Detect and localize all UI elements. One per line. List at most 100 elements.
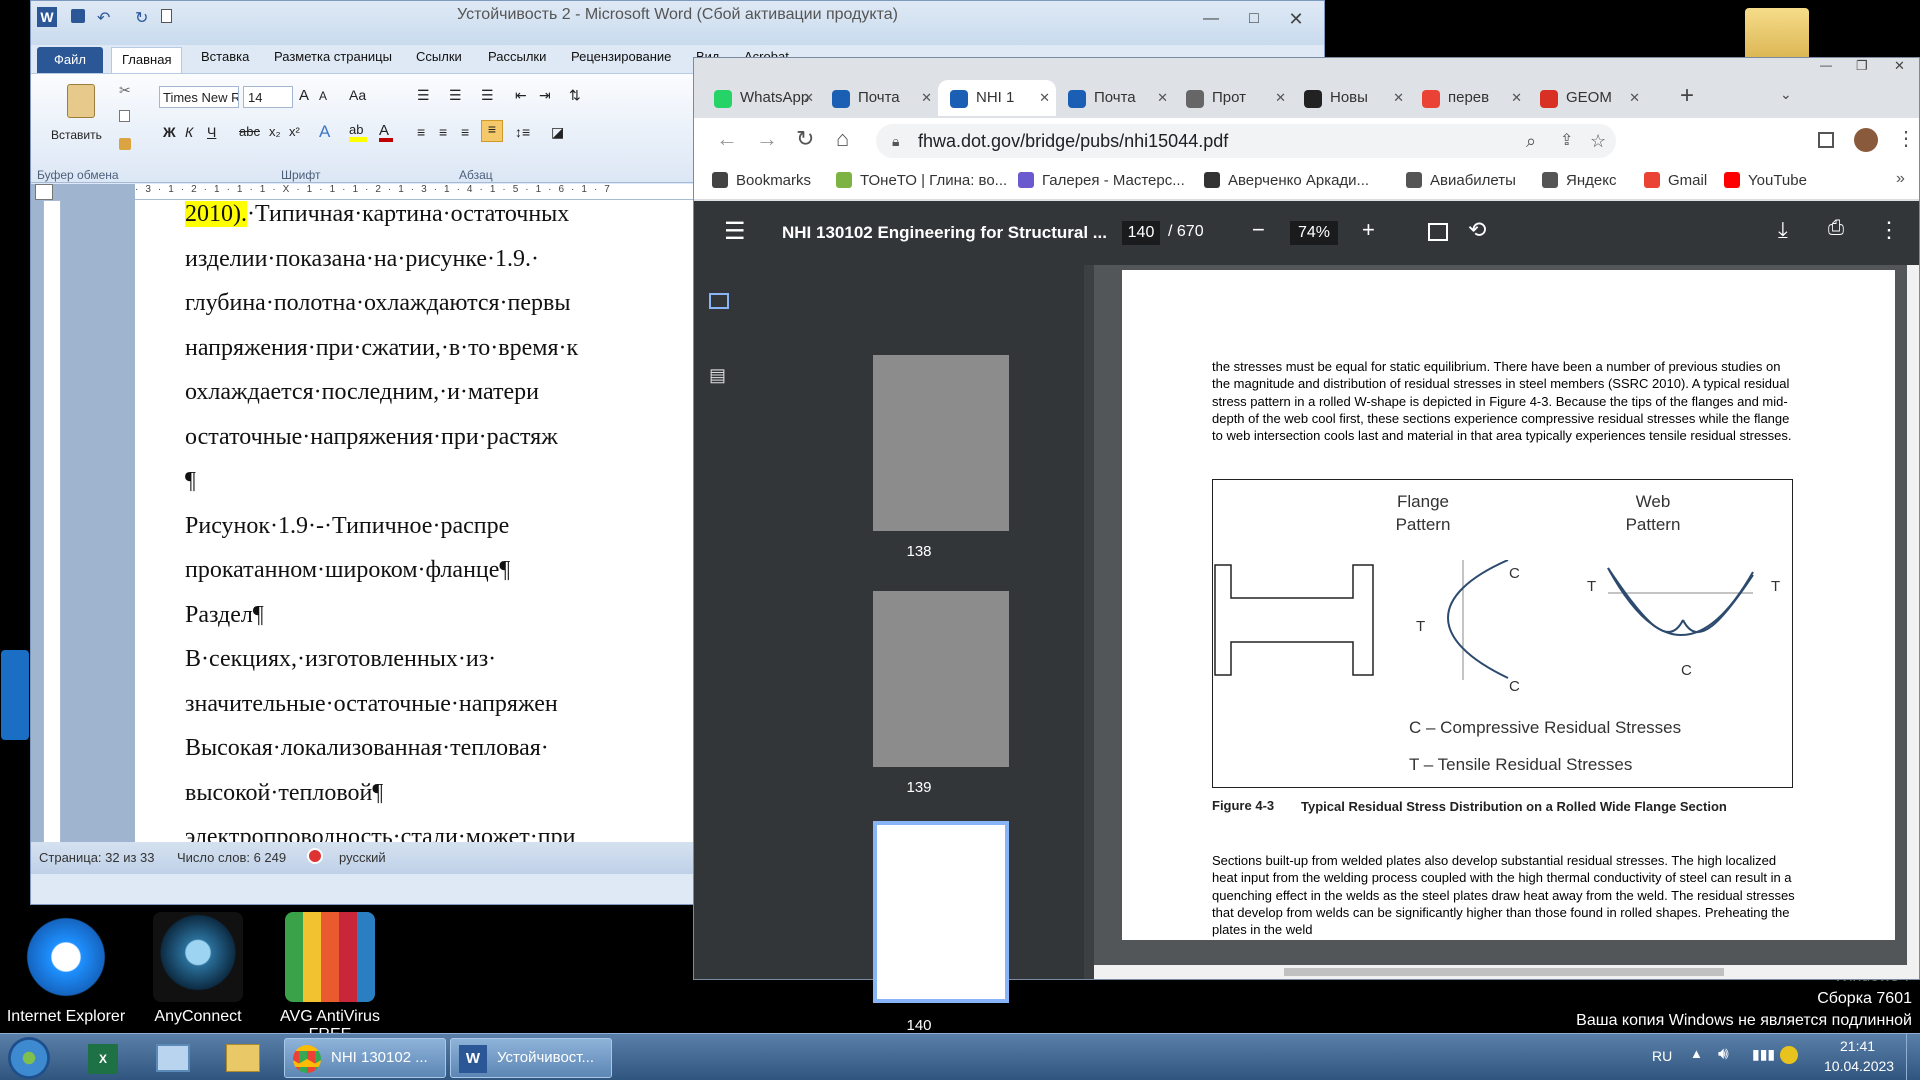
- browser-tab[interactable]: перев ✕: [1410, 80, 1528, 116]
- bookmarks-overflow-icon[interactable]: »: [1896, 170, 1905, 188]
- page-thumbnail[interactable]: [873, 355, 1009, 531]
- numbering-icon[interactable]: ☰: [449, 87, 462, 104]
- reload-button[interactable]: ↻: [796, 126, 814, 152]
- side-panel-icon[interactable]: [1818, 132, 1834, 148]
- download-icon[interactable]: ⤓: [1778, 217, 1788, 243]
- viewer-vertical-scrollbar[interactable]: [1907, 265, 1919, 979]
- tab-close-icon[interactable]: ✕: [803, 80, 814, 116]
- browser-tab[interactable]: GEOM ✕: [1528, 80, 1646, 116]
- change-case-icon[interactable]: Aa: [349, 87, 366, 103]
- viewer-horizontal-scrollbar[interactable]: [1094, 965, 1907, 979]
- tab-close-icon[interactable]: ✕: [1275, 80, 1286, 116]
- share-icon[interactable]: ⇪: [1560, 124, 1573, 158]
- document-line[interactable]: охлаждается·последним,·и·матери: [185, 379, 539, 406]
- bold-icon[interactable]: Ж: [163, 124, 176, 140]
- paste-button-label[interactable]: Вставить: [51, 128, 102, 142]
- document-line[interactable]: значительные·остаточные·напряжен: [185, 691, 558, 718]
- window-minimize-button[interactable]: —: [1820, 58, 1832, 72]
- ruler-toggle[interactable]: [35, 184, 53, 200]
- superscript-icon[interactable]: x²: [289, 124, 300, 139]
- desktop-icon-internet-explorer[interactable]: Internet Explorer: [6, 912, 126, 1026]
- bullets-icon[interactable]: ☰: [417, 87, 430, 104]
- bookmark-item[interactable]: ТОнеТО | Глина: во...: [836, 172, 1007, 189]
- document-line[interactable]: прокатанном·широком·фланце¶: [185, 557, 510, 584]
- menu-icon[interactable]: ⋮: [1896, 126, 1916, 151]
- document-line[interactable]: остаточные·напряжения·при·растяж: [185, 424, 558, 451]
- thumbnails-view-icon[interactable]: [709, 293, 729, 309]
- page-thumbnail-selected[interactable]: [873, 821, 1009, 1003]
- document-line[interactable]: напряжения·при·сжатии,·в·то·время·к: [185, 335, 578, 362]
- tab-close-icon[interactable]: ✕: [1039, 80, 1050, 116]
- font-size-select[interactable]: 14: [243, 86, 293, 108]
- desktop-icon-partial[interactable]: [0, 650, 30, 746]
- tab-close-icon[interactable]: ✕: [1511, 80, 1522, 116]
- paste-icon[interactable]: [67, 84, 95, 118]
- tab-close-icon[interactable]: ✕: [1629, 80, 1640, 116]
- taskbar-chrome[interactable]: NHI 130102 ...: [284, 1038, 446, 1078]
- bookmark-item[interactable]: Галерея - Мастерс...: [1018, 172, 1185, 189]
- copy-icon[interactable]: [119, 110, 130, 122]
- browser-tab[interactable]: Почта ✕: [1056, 80, 1174, 116]
- status-words[interactable]: Число слов: 6 249: [177, 850, 286, 865]
- format-painter-icon[interactable]: [119, 138, 131, 150]
- fit-page-icon[interactable]: [1428, 223, 1448, 241]
- show-desktop-button[interactable]: [1906, 1034, 1920, 1080]
- start-button[interactable]: [8, 1037, 50, 1079]
- align-center-icon[interactable]: ≡: [439, 124, 447, 140]
- bookmark-item[interactable]: Bookmarks: [712, 172, 811, 189]
- back-button[interactable]: ←: [716, 126, 738, 152]
- tab-home[interactable]: Главная: [111, 47, 183, 73]
- home-button[interactable]: ⌂: [836, 126, 849, 152]
- browser-tab[interactable]: Почта ✕: [820, 80, 938, 116]
- bookmark-item[interactable]: Аверченко Аркади...: [1204, 172, 1369, 189]
- vertical-ruler[interactable]: [43, 200, 61, 860]
- clock-date[interactable]: 10.04.2023: [1824, 1058, 1894, 1074]
- strikethrough-icon[interactable]: abc: [239, 124, 260, 139]
- tab-mailings[interactable]: Рассылки: [488, 49, 546, 64]
- font-color-icon[interactable]: A: [379, 122, 393, 142]
- shrink-font-icon[interactable]: A: [319, 89, 327, 103]
- subscript-icon[interactable]: x₂: [269, 124, 281, 139]
- tab-references[interactable]: Ссылки: [416, 49, 462, 64]
- window-close-button[interactable]: ✕: [1894, 58, 1905, 74]
- italic-icon[interactable]: К: [185, 124, 193, 140]
- tab-close-icon[interactable]: ✕: [921, 80, 932, 116]
- grow-font-icon[interactable]: A: [299, 87, 309, 104]
- document-line[interactable]: ¶: [185, 468, 196, 495]
- justify-icon[interactable]: ≡: [481, 120, 503, 142]
- tab-insert[interactable]: Вставка: [201, 49, 249, 64]
- tab-layout[interactable]: Разметка страницы: [274, 49, 392, 64]
- desktop-icon-anyconnect[interactable]: AnyConnect: [138, 912, 258, 1026]
- tab-close-icon[interactable]: ✕: [1157, 80, 1168, 116]
- print-icon[interactable]: ⎙: [1828, 217, 1844, 240]
- computer-taskbar-icon[interactable]: [156, 1044, 190, 1072]
- maximize-button[interactable]: □: [1239, 5, 1269, 33]
- rotate-icon[interactable]: ⟲: [1468, 217, 1486, 243]
- excel-taskbar-icon[interactable]: X: [88, 1044, 118, 1074]
- taskbar-word[interactable]: W Устойчивост...: [450, 1038, 612, 1078]
- document-line[interactable]: В·секциях,·изготовленных·из·: [185, 646, 496, 673]
- decrease-indent-icon[interactable]: ⇤: [515, 87, 527, 104]
- cut-icon[interactable]: ✂: [119, 82, 131, 99]
- outline-view-icon[interactable]: ▤: [709, 365, 726, 386]
- zoom-out-button[interactable]: −: [1252, 217, 1265, 243]
- profile-avatar[interactable]: [1854, 128, 1878, 152]
- document-line[interactable]: Рисунок·1.9·-·Типичное·распре: [185, 513, 509, 540]
- zoom-input[interactable]: 74%: [1290, 221, 1338, 245]
- page-number-input[interactable]: 140: [1122, 221, 1160, 245]
- new-tab-button[interactable]: +: [1680, 82, 1694, 110]
- pdf-more-icon[interactable]: ⋮: [1878, 217, 1900, 243]
- sort-icon[interactable]: ⇅: [569, 87, 581, 104]
- security-icon[interactable]: [1780, 1046, 1798, 1064]
- bookmark-item[interactable]: Яндекс: [1542, 172, 1616, 189]
- tab-close-icon[interactable]: ✕: [1393, 80, 1404, 116]
- tray-expand-icon[interactable]: ▲: [1690, 1046, 1703, 1061]
- status-page[interactable]: Страница: 32 из 33: [39, 850, 155, 865]
- zoom-in-button[interactable]: +: [1362, 217, 1375, 243]
- zoom-icon[interactable]: ⌕: [1526, 124, 1536, 158]
- line-spacing-icon[interactable]: ↕≡: [515, 124, 530, 140]
- document-line[interactable]: Раздел¶: [185, 602, 264, 629]
- window-restore-button[interactable]: ❐: [1856, 58, 1868, 74]
- explorer-taskbar-icon[interactable]: [226, 1044, 260, 1072]
- multilevel-icon[interactable]: ☰: [481, 87, 494, 104]
